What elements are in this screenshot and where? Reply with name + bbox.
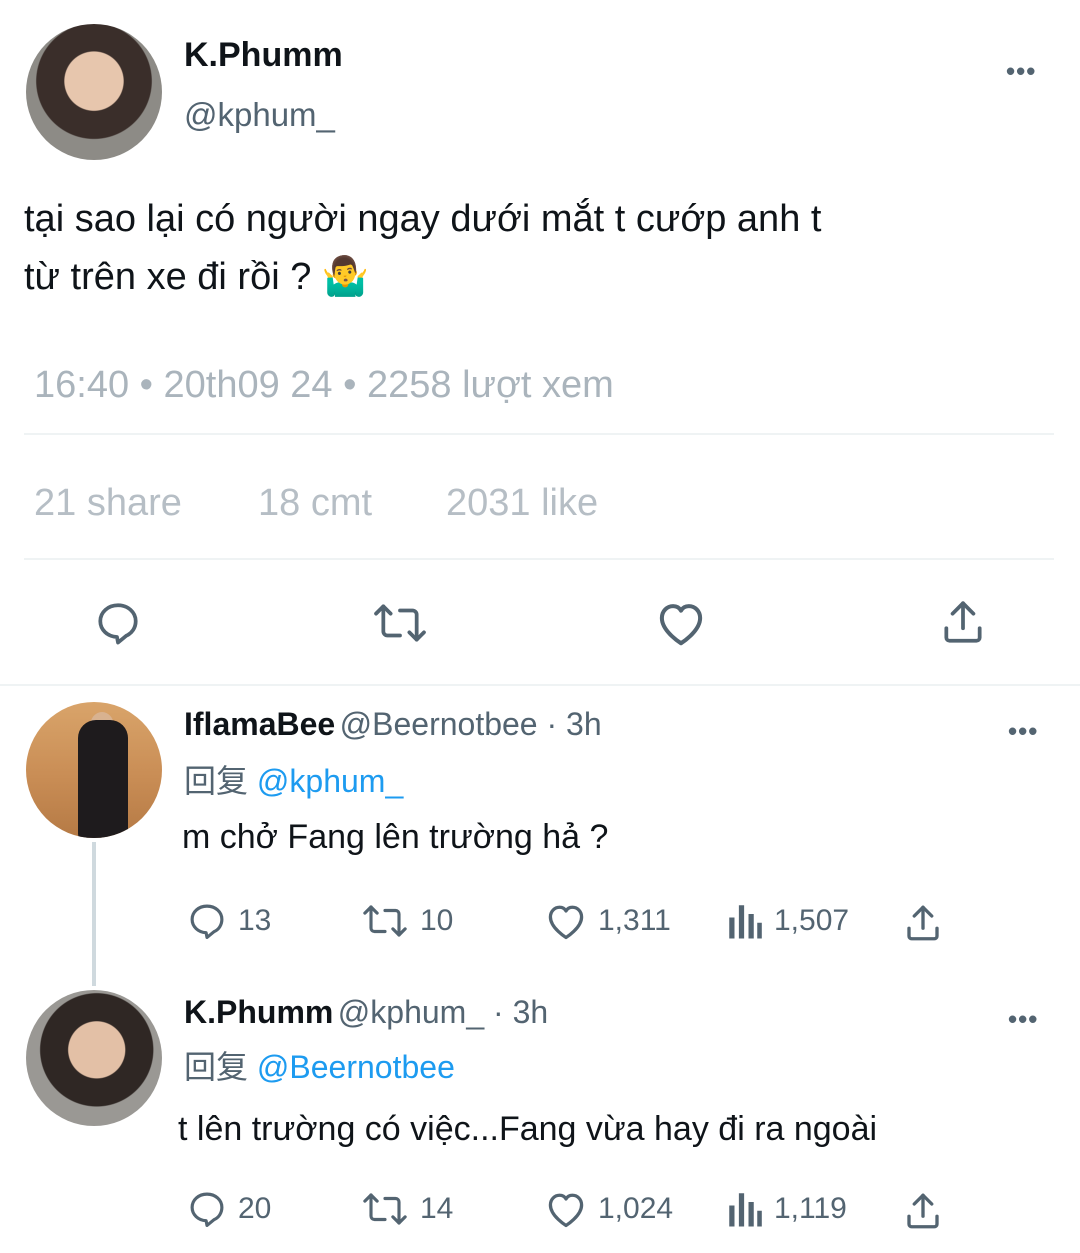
reply-2-header: K.Phumm @kphum_ · 3h bbox=[184, 994, 548, 1031]
divider bbox=[24, 558, 1054, 560]
share-icon[interactable] bbox=[902, 1190, 944, 1232]
more-options-icon[interactable]: ••• bbox=[1008, 1004, 1038, 1035]
reply-to-link[interactable]: @Beernotbee bbox=[257, 1049, 455, 1085]
reply-2-like-button[interactable]: 1,024 bbox=[544, 1188, 673, 1230]
retweet-count: 10 bbox=[420, 904, 454, 937]
reply-2-reply-button[interactable]: 20 bbox=[186, 1188, 271, 1230]
views-icon bbox=[729, 905, 762, 939]
author-handle[interactable]: @kphum_ bbox=[184, 96, 335, 134]
tweet-text-line-2: từ trên xe đi rồi ? 🤷‍♂️ bbox=[24, 256, 370, 298]
reply-1-like-button[interactable]: 1,311 bbox=[544, 900, 671, 942]
like-icon bbox=[548, 1193, 584, 1228]
reply-prefix: 回复 bbox=[184, 1049, 249, 1085]
more-options-icon[interactable]: ••• bbox=[1008, 716, 1038, 747]
reply-to-link[interactable]: @kphum_ bbox=[257, 763, 403, 799]
share-icon[interactable] bbox=[938, 596, 988, 648]
more-options-icon[interactable]: ••• bbox=[1006, 56, 1036, 87]
divider bbox=[24, 433, 1054, 435]
author-name[interactable]: K.Phumm bbox=[184, 36, 343, 75]
reply-2-avatar[interactable] bbox=[26, 990, 162, 1126]
author-avatar[interactable] bbox=[26, 24, 162, 160]
thread-line bbox=[92, 842, 96, 986]
retweet-icon bbox=[363, 905, 407, 937]
share-icon[interactable] bbox=[902, 902, 944, 944]
like-count[interactable]: 2031 like bbox=[446, 482, 598, 525]
tweet-meta: 16:40 • 20th09 24 • 2258 lượt xem bbox=[34, 364, 614, 406]
reply-1-author-name[interactable]: IflamaBee bbox=[184, 706, 335, 742]
reply-2-retweet-button[interactable]: 14 bbox=[360, 1188, 453, 1230]
reply-prefix: 回复 bbox=[184, 763, 249, 799]
retweet-icon[interactable] bbox=[370, 598, 430, 648]
tweet-text-line-1: tại sao lại có người ngay dưới mắt t cướ… bbox=[24, 198, 822, 240]
reply-2-author-handle[interactable]: @kphum_ · 3h bbox=[338, 994, 548, 1030]
reply-1-author-handle[interactable]: @Beernotbee · 3h bbox=[340, 706, 602, 742]
reply-2-text: t lên trường có việc...Fang vừa hay đi r… bbox=[178, 1110, 878, 1148]
divider bbox=[0, 684, 1080, 686]
reply-1-retweet-button[interactable]: 10 bbox=[360, 900, 453, 942]
reply-1-text: m chở Fang lên trường hả ? bbox=[182, 818, 609, 856]
reply-icon[interactable] bbox=[92, 598, 144, 648]
like-icon bbox=[548, 905, 584, 940]
retweet-count: 14 bbox=[420, 1192, 454, 1225]
like-icon[interactable] bbox=[654, 598, 708, 648]
comment-count[interactable]: 18 cmt bbox=[258, 482, 372, 525]
reply-count: 13 bbox=[238, 904, 272, 937]
reply-2-author-name[interactable]: K.Phumm bbox=[184, 994, 333, 1030]
reply-icon bbox=[190, 904, 224, 940]
reply-icon bbox=[190, 1192, 224, 1228]
reply-2-views-button[interactable]: 1,119 bbox=[726, 1188, 847, 1230]
reply-2-reply-to: 回复 @Beernotbee bbox=[184, 1042, 455, 1088]
reply-count: 20 bbox=[238, 1192, 272, 1225]
reply-1-reply-button[interactable]: 13 bbox=[186, 900, 271, 942]
like-count: 1,311 bbox=[598, 904, 671, 937]
avatar-figure-body bbox=[78, 720, 128, 838]
reply-1-avatar[interactable] bbox=[26, 702, 162, 838]
views-count: 1,507 bbox=[774, 904, 850, 937]
reply-1-views-button[interactable]: 1,507 bbox=[726, 900, 849, 942]
retweet-icon bbox=[363, 1193, 407, 1225]
reply-1-reply-to: 回复 @kphum_ bbox=[184, 756, 403, 802]
views-count: 1,119 bbox=[774, 1192, 847, 1225]
like-count: 1,024 bbox=[598, 1192, 674, 1225]
share-count[interactable]: 21 share bbox=[34, 482, 182, 525]
reply-1-header: IflamaBee @Beernotbee · 3h bbox=[184, 706, 602, 743]
views-icon bbox=[729, 1193, 762, 1227]
